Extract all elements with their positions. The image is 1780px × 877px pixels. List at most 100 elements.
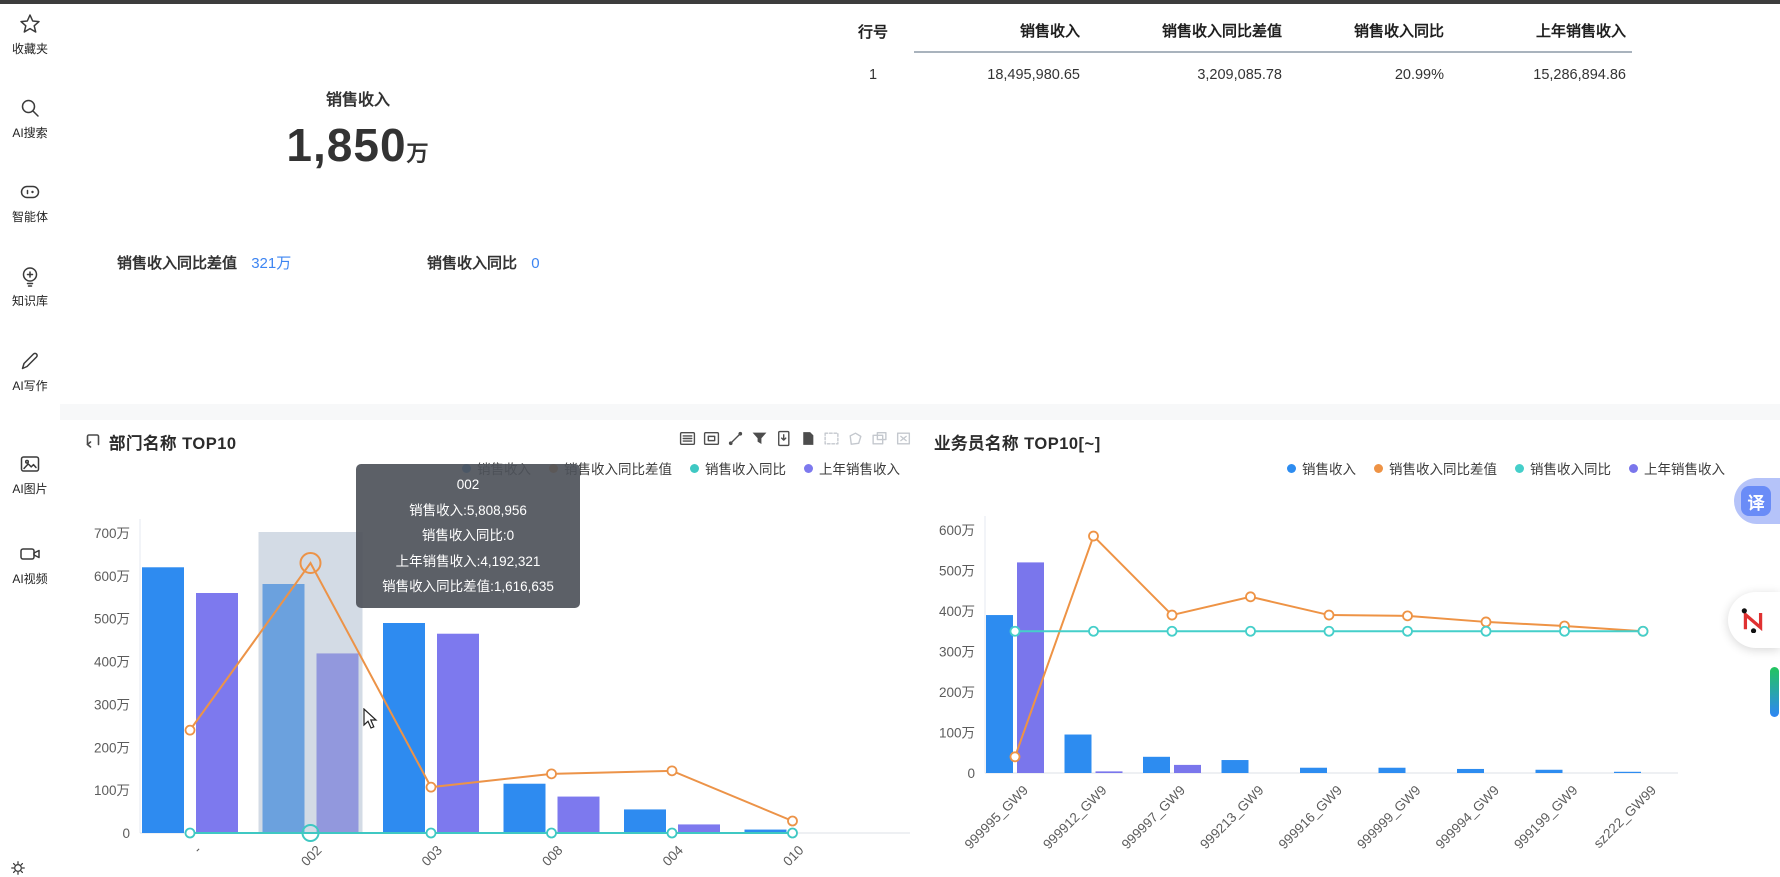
x-axis-label: 003 (419, 843, 446, 870)
line-marker (1166, 625, 1178, 637)
sidebar-item-AI写作[interactable]: AI写作 (0, 349, 60, 394)
tooltip-line: 上年销售收入:4,192,321 (395, 553, 541, 569)
bar-销售收入[interactable] (1535, 769, 1563, 773)
table-row: 1 18,495,980.65 3,209,085.78 20.99% 15,286,8… (832, 52, 1632, 91)
chart-canvas[interactable]: 0100万200万300万400万500万600万999995_GW9 99991… (920, 420, 1780, 877)
legend-item[interactable]: 销售收入 (1287, 458, 1356, 478)
sidebar-item-AI搜索[interactable]: AI搜索 (0, 96, 60, 141)
gear-icon[interactable] (8, 858, 28, 877)
line-marker (1402, 610, 1413, 622)
line-marker (546, 827, 557, 839)
table-cell: 20.99% (1394, 67, 1444, 83)
bar-销售收入[interactable] (383, 623, 425, 833)
legend-item[interactable]: 销售收入同比 (1515, 458, 1611, 478)
line-marker (1245, 625, 1256, 637)
svg-text:400万: 400万 (939, 604, 975, 619)
bar-上年销售收入[interactable] (678, 824, 720, 833)
bar-销售收入[interactable] (1221, 760, 1249, 773)
kpi-panel: 销售收入 1,850万 销售收入同比差值 321万 销售收入同比 0 (60, 4, 820, 404)
line-marker (184, 827, 196, 839)
bar-销售收入[interactable] (1457, 768, 1484, 773)
sidebar-item-知识库[interactable]: 知识库 (0, 264, 60, 309)
kpi-sub-diff: 销售收入同比差值 321万 (117, 252, 291, 273)
legend-item[interactable]: 销售收入同比 (690, 458, 786, 478)
column-header: 销售收入 (914, 12, 1086, 53)
sidebar-item-label: AI视频 (12, 572, 48, 586)
tooltip-line: 销售收入:5,808,956 (409, 502, 527, 518)
bar-销售收入[interactable] (1378, 767, 1406, 773)
legend-item[interactable]: 上年销售收入 (1629, 458, 1725, 478)
kpi-unit: 万 (406, 141, 430, 166)
bar-销售收入[interactable] (1064, 734, 1092, 773)
hover-band (258, 532, 363, 833)
table-cell: 18,495,980.65 (987, 67, 1080, 83)
svg-text:400万: 400万 (94, 655, 130, 670)
translate-button[interactable]: 译 (1734, 478, 1780, 524)
bar-上年销售收入[interactable] (557, 796, 600, 833)
svg-text:600万: 600万 (939, 523, 975, 538)
table-header-row: 行号 销售收入 销售收入同比差值 销售收入同比 上年销售收入 (832, 12, 1632, 53)
legend-item[interactable]: 销售收入同比差值 (1374, 458, 1497, 478)
legend-label: 销售收入 (1302, 462, 1356, 477)
sidebar-item-收藏夹[interactable]: 收藏夹 (0, 12, 60, 57)
legend-dot (804, 463, 813, 473)
svg-text:200万: 200万 (939, 685, 975, 700)
summary-table-panel: 行号 销售收入 销售收入同比差值 销售收入同比 上年销售收入 1 18,495,980.65… (820, 4, 1780, 404)
sidebar-item-label: 智能体 (11, 210, 48, 224)
bar-销售收入[interactable] (624, 809, 666, 833)
bar-销售收入[interactable] (986, 615, 1013, 773)
dashboard-page: 收藏夹 AI搜索智能体知识库 AI写作 AI图片 AI视频 销售收入 1,850万 销售… (0, 0, 1780, 877)
x-axis-label: 002 (298, 843, 325, 870)
line-marker (1637, 625, 1649, 637)
bar-销售收入[interactable] (1300, 767, 1327, 773)
legend-item[interactable]: 上年销售收入 (804, 458, 900, 478)
kpi-sub-yoy: 销售收入同比 0 (427, 252, 540, 273)
column-header: 行号 (857, 23, 888, 41)
legend-label: 销售收入同比差值 (564, 462, 672, 477)
table-cell: 1 (868, 66, 878, 83)
legend-label: 销售收入同比差值 (1389, 462, 1497, 477)
x-axis-label: 999995_GW9 (962, 783, 1032, 853)
x-axis-label: 999999_GW9 (1354, 783, 1424, 853)
sidebar-item-label: 收藏夹 (11, 42, 48, 56)
bar-销售收入[interactable] (1614, 771, 1641, 773)
x-axis-label: 999199_GW9 (1511, 783, 1581, 853)
svg-text:500万: 500万 (939, 564, 975, 579)
sidebar-item-AI视频[interactable]: AI视频 (0, 542, 60, 587)
legend-label: 上年销售收入 (819, 462, 900, 477)
svg-text:100万: 100万 (939, 726, 975, 741)
x-axis-label: 999997_GW9 (1119, 783, 1189, 853)
scrollbar-thumb[interactable] (1770, 667, 1779, 717)
bar-销售收入[interactable] (142, 567, 184, 833)
line-marker (787, 815, 798, 827)
sidebar-item-AI图片[interactable]: AI图片 (0, 452, 60, 497)
x-axis-label: 008 (539, 843, 566, 870)
pen-icon (0, 349, 60, 373)
bar-上年销售收入[interactable] (1095, 771, 1123, 773)
bar-销售收入[interactable] (1143, 756, 1170, 773)
bar-上年销售收入[interactable] (437, 633, 479, 833)
sidebar-item-label: AI图片 (12, 482, 48, 496)
tooltip-line: 002 (456, 477, 480, 492)
sidebar-item-智能体[interactable]: 智能体 (0, 180, 60, 225)
bar-上年销售收入[interactable] (1174, 764, 1201, 773)
svg-text:0: 0 (967, 766, 975, 781)
line-销售收入同比差值[interactable] (1014, 534, 1644, 758)
svg-text:200万: 200万 (94, 740, 130, 755)
sidebar-item-label: AI写作 (12, 379, 48, 393)
bar-销售收入[interactable] (503, 783, 546, 833)
line-marker (1480, 616, 1492, 628)
column-header: 销售收入同比 (1288, 12, 1450, 53)
mindmap-float-button[interactable] (1728, 592, 1780, 648)
star-icon (0, 12, 60, 36)
video-icon (0, 542, 60, 566)
image-icon (0, 452, 60, 476)
line-marker (1088, 625, 1099, 637)
table-cell: 15,286,894.86 (1533, 67, 1626, 83)
line-marker (546, 768, 557, 780)
column-header: 上年销售收入 (1450, 12, 1632, 53)
translate-icon: 译 (1741, 486, 1771, 516)
tooltip-line: 销售收入同比:0 (421, 528, 515, 543)
kpi-block: 销售收入 1,850万 (60, 4, 656, 172)
salesperson-chart-legend: 销售收入 销售收入同比差值 销售收入同比 上年销售收入 (1287, 458, 1725, 478)
